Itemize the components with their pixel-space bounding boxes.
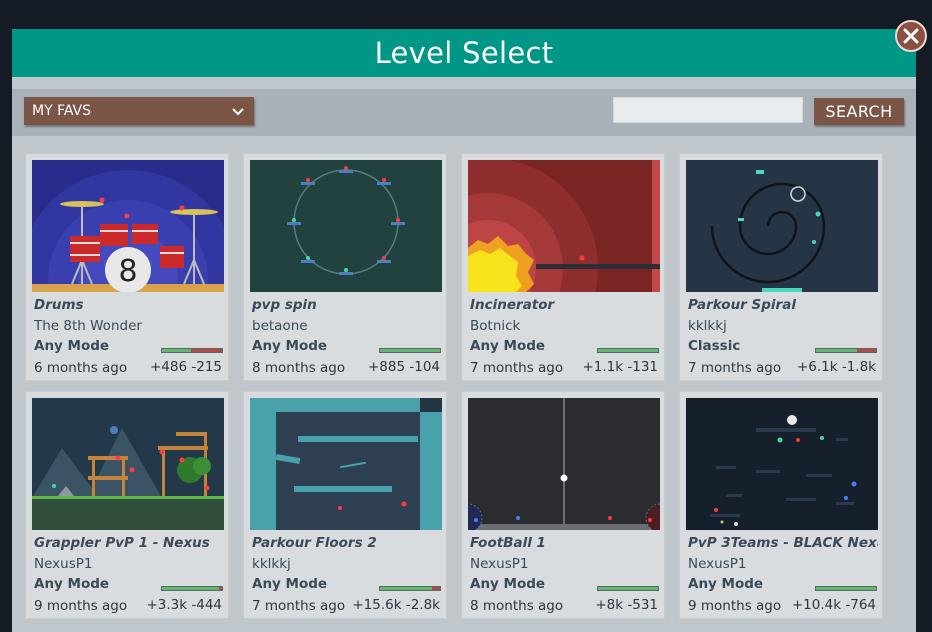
level-author: NexusP1 [34,556,93,572]
level-title: Incinerator [470,297,555,313]
level-author: Botnick [470,318,521,334]
level-card[interactable]: Parkour Spiral kklkkj Classic 7 months a… [679,153,883,381]
level-author: kklkkj [252,556,291,572]
level-thumbnail [250,398,442,530]
level-title: pvp spin [252,297,317,313]
level-age: 8 months ago [252,360,346,376]
level-votes: +8k -531 [595,597,658,613]
window-title: Level Select [12,29,916,77]
level-mode: Any Mode [252,576,328,592]
filter-dropdown[interactable]: MY FAVS [24,97,254,125]
level-author: The 8th Wonder [34,318,142,334]
level-card[interactable]: FootBall 1 NexusP1 Any Mode 8 months ago… [461,391,665,619]
level-card[interactable]: 8 Drums The 8th Wonder Any Mode 6 months… [25,153,229,381]
level-mode: Any Mode [470,338,546,354]
level-title: Parkour Spiral [688,297,796,313]
level-card[interactable]: pvp spin betaone Any Mode 8 months ago +… [243,153,447,381]
level-title: Grappler PvP 1 - Nexus [34,535,210,551]
level-author: NexusP1 [470,556,529,572]
level-thumbnail [468,160,660,292]
vote-ratio-bar [597,348,659,353]
level-title: FootBall 1 [470,535,546,551]
level-title: Parkour Floors 2 [252,535,377,551]
level-age: 7 months ago [252,598,346,614]
level-votes: +885 -104 [367,359,440,375]
level-mode: Any Mode [34,338,110,354]
level-mode: Any Mode [688,576,764,592]
vote-ratio-fill [380,349,440,352]
vote-ratio-fill [162,587,219,590]
vote-ratio-fill [816,587,876,590]
vote-ratio-fill [380,587,432,590]
svg-text:8: 8 [118,254,137,289]
level-thumbnail [468,398,660,530]
vote-ratio-bar [597,586,659,591]
chevron-down-icon [232,108,244,116]
vote-ratio-bar [161,348,223,353]
level-age: 7 months ago [470,360,564,376]
level-thumbnail [686,160,878,292]
level-age: 6 months ago [34,360,128,376]
level-votes: +486 -215 [149,359,222,375]
filter-selected-label: MY FAVS [32,103,91,119]
vote-ratio-fill [598,587,658,590]
level-card[interactable]: Incinerator Botnick Any Mode 7 months ag… [461,153,665,381]
level-votes: +1.1k -131 [582,359,658,375]
level-votes: +3.3k -444 [146,597,222,613]
vote-ratio-fill [162,349,192,352]
level-select-window: Level Select MY FAVS SEARCH 8 Drums The … [12,29,916,632]
search-button[interactable]: SEARCH [814,98,904,125]
level-votes: +15.6k -2.8k [352,597,440,613]
level-age: 9 months ago [34,598,128,614]
level-age: 8 months ago [470,598,564,614]
level-grid: 8 Drums The 8th Wonder Any Mode 6 months… [25,153,905,632]
level-card[interactable]: PvP 3Teams - BLACK Nexus NexusP1 Any Mod… [679,391,883,619]
level-mode: Any Mode [252,338,328,354]
level-card[interactable]: Parkour Floors 2 kklkkj Any Mode 7 month… [243,391,447,619]
level-mode: Any Mode [34,576,110,592]
vote-ratio-bar [379,348,441,353]
level-author: NexusP1 [688,556,747,572]
toolbar: MY FAVS SEARCH [12,89,916,136]
close-icon [903,28,919,44]
level-mode: Classic [688,338,741,354]
level-thumbnail [250,160,442,292]
vote-ratio-bar [379,586,441,591]
level-thumbnail: 8 [32,160,224,292]
vote-ratio-fill [816,349,857,352]
close-button[interactable] [895,20,927,52]
level-card[interactable]: Grappler PvP 1 - Nexus NexusP1 Any Mode … [25,391,229,619]
level-thumbnail [32,398,224,530]
vote-ratio-bar [161,586,223,591]
level-age: 7 months ago [688,360,782,376]
level-author: kklkkj [688,318,727,334]
search-input[interactable] [613,97,803,123]
level-title: PvP 3Teams - BLACK Nexus [688,535,878,551]
level-votes: +6.1k -1.8k [796,359,876,375]
level-age: 9 months ago [688,598,782,614]
vote-ratio-fill [598,349,658,352]
vote-ratio-bar [815,586,877,591]
level-thumbnail [686,398,878,530]
vote-ratio-bar [815,348,877,353]
level-title: Drums [34,297,84,313]
level-author: betaone [252,318,308,334]
level-mode: Any Mode [470,576,546,592]
level-votes: +10.4k -764 [791,597,876,613]
